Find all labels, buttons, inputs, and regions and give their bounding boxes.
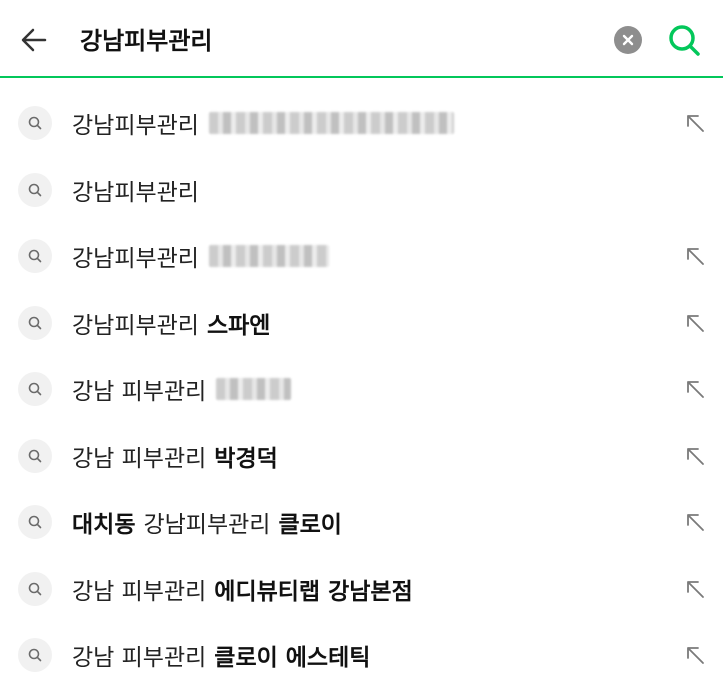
suggestion-suffix: 스파엔	[206, 312, 271, 339]
search-small-icon	[18, 438, 52, 473]
search-bar	[0, 0, 723, 78]
suggestion-suffix: 에디뷰티랩 강남본점	[214, 578, 413, 605]
arrow-up-left-icon[interactable]	[680, 441, 710, 471]
suggestion-base: 강남피부관리	[72, 246, 199, 273]
suggestion-text: 강남 피부관리 클로이 에스테틱	[72, 638, 370, 672]
suggestion-prefix: 대치동	[72, 512, 136, 539]
suggestion-text: 강남 피부관리 박경덕	[72, 439, 278, 473]
suggestion-base: 강남 피부관리	[72, 645, 207, 672]
masked-text	[208, 112, 454, 135]
arrow-left-icon	[21, 28, 47, 52]
suggestion-base: 강남피부관리	[72, 312, 199, 339]
suggestion-base: 강남피부관리	[72, 179, 199, 206]
back-button[interactable]	[14, 20, 54, 60]
suggestion-text: 강남피부관리	[72, 173, 199, 207]
clear-icon	[622, 34, 634, 46]
search-small-icon	[18, 239, 52, 274]
suggestion-text: 강남피부관리	[72, 106, 454, 140]
arrow-up-left-icon[interactable]	[680, 108, 710, 138]
search-small-icon	[18, 505, 52, 540]
arrow-up-left-icon[interactable]	[680, 640, 710, 670]
search-small-icon	[18, 106, 52, 141]
suggestion-base: 강남 피부관리	[72, 445, 207, 472]
suggestion-text: 강남피부관리	[72, 239, 329, 273]
masked-text	[216, 378, 292, 401]
suggestion-text: 대치동 강남피부관리 클로이	[72, 505, 342, 539]
suggestion-base: 강남 피부관리	[72, 578, 207, 605]
suggestion-text: 강남 피부관리 에디뷰티랩 강남본점	[72, 572, 413, 606]
search-icon	[669, 25, 700, 56]
suggestion-item[interactable]: 강남 피부관리 박경덕	[0, 423, 723, 490]
search-input[interactable]	[80, 18, 580, 58]
arrow-up-left-icon[interactable]	[680, 308, 710, 338]
search-button[interactable]	[664, 20, 704, 60]
suggestion-text: 강남피부관리 스파엔	[72, 306, 270, 340]
suggestion-base: 강남 피부관리	[72, 379, 207, 406]
suggestion-list: 강남피부관리 강남피부관리 강남피부관리 강남피부관리 스파엔 강남 피부관리 강남 피부관…	[0, 90, 723, 689]
arrow-up-left-icon[interactable]	[680, 241, 710, 271]
suggestion-item[interactable]: 강남피부관리 스파엔	[0, 290, 723, 357]
suggestion-item[interactable]: 강남피부관리	[0, 157, 723, 224]
search-small-icon	[18, 372, 52, 407]
suggestion-item[interactable]: 강남피부관리	[0, 90, 723, 157]
suggestion-base: 강남피부관리	[143, 512, 271, 539]
suggestion-item[interactable]: 대치동 강남피부관리 클로이	[0, 489, 723, 556]
search-small-icon	[18, 172, 52, 207]
suggestion-text: 강남 피부관리	[72, 372, 292, 406]
arrow-up-left-icon[interactable]	[680, 374, 710, 404]
suggestion-item[interactable]: 강남 피부관리 에디뷰티랩 강남본점	[0, 556, 723, 623]
suggestion-item[interactable]: 강남 피부관리 클로이 에스테틱	[0, 622, 723, 689]
suggestion-suffix: 박경덕	[214, 445, 278, 472]
suggestion-suffix: 클로이	[278, 512, 342, 539]
clear-button[interactable]	[614, 26, 642, 54]
suggestion-item[interactable]: 강남 피부관리	[0, 356, 723, 423]
arrow-up-left-icon[interactable]	[680, 507, 710, 537]
arrow-up-left-icon[interactable]	[680, 574, 710, 604]
search-small-icon	[18, 638, 52, 673]
search-small-icon	[18, 571, 52, 606]
suggestion-item[interactable]: 강남피부관리	[0, 223, 723, 290]
masked-text	[208, 245, 329, 268]
suggestion-suffix: 클로이 에스테틱	[214, 645, 371, 672]
search-small-icon	[18, 305, 52, 340]
suggestion-base: 강남피부관리	[72, 113, 199, 140]
